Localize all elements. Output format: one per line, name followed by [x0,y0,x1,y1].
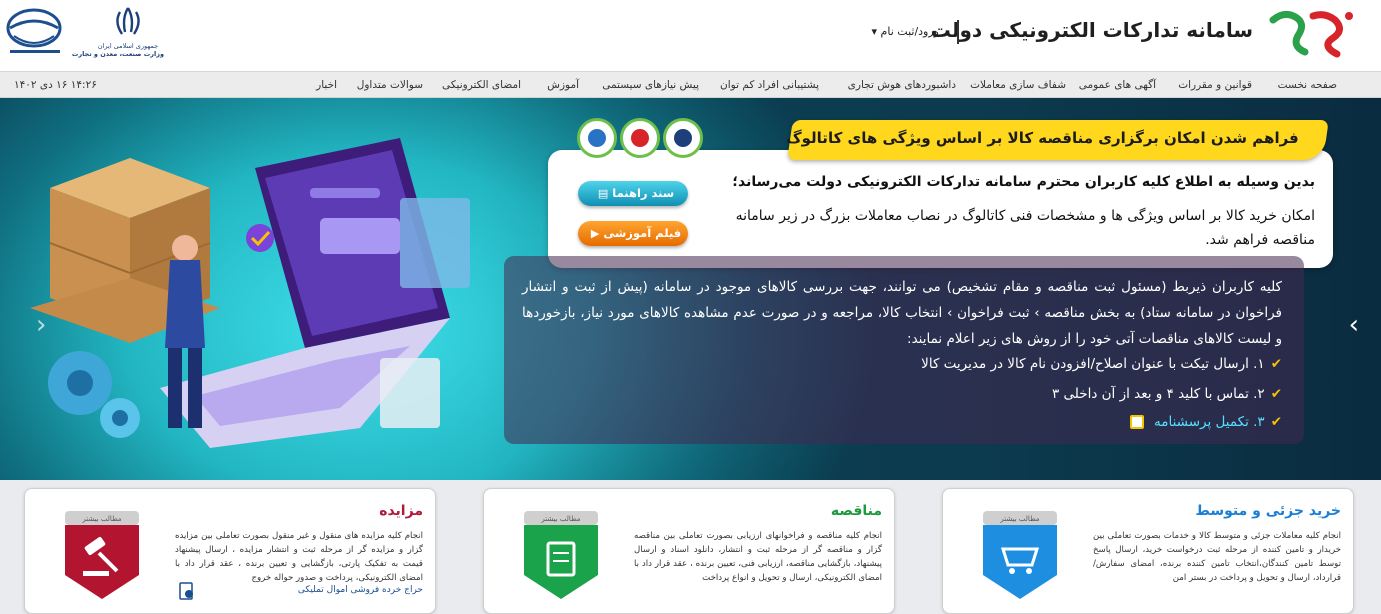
info-item-text: ۱. ارسال تیکت با عنوان اصلاح/افزودن نام … [921,356,1265,372]
current-datetime: ۱۴:۲۶ ۱۶ دی ۱۴۰۲ [14,79,97,91]
main-nav: صفحه نخست قوانین و مقررات آگهی های عمومی… [0,72,1381,98]
retail-auction-link[interactable]: حراج خرده فروشی اموال تملیکی [298,585,423,595]
nav-transparency[interactable]: شفاف سازی معاملات [970,79,1066,91]
carousel-next-arrow[interactable]: › [1349,310,1359,340]
carousel-prev-arrow[interactable]: ‹ [36,310,46,340]
nav-system-requirements[interactable]: پیش نیازهای سیستمی [602,79,699,91]
hero-banner: ‹ › بدین وسیله به اطلاع کلیه کاربران محت… [0,98,1381,480]
gears-icon [48,351,140,438]
setad-brand-circle-logo [620,118,660,158]
guide-document-button[interactable]: سند راهنما ▤ [578,181,688,206]
nav-disability-support[interactable]: پشتیبانی افراد کم توان [720,79,819,91]
svg-text:مطالب بیشتر: مطالب بیشتر [999,515,1039,523]
emblem-caption-1: جمهوری اسلامی ایران [97,42,159,50]
services-section: خرید جزئی و متوسط انجام کلیه معاملات جزئ… [0,480,1381,614]
headline-ribbon: فراهم شدن امکان برگزاری مناقصه کالا بر ا… [785,120,1329,160]
info-box: کلیه کاربران ذیربط (مسئول ثبت مناقصه و م… [504,256,1304,444]
nav-training[interactable]: آموزش [547,79,579,91]
header-divider [957,20,959,44]
card-title: مناقصه [830,503,882,519]
card-small-medium-purchase[interactable]: خرید جزئی و متوسط انجام کلیه معاملات جزئ… [942,488,1354,614]
external-link-icon[interactable] [1129,415,1144,429]
svg-text:مطالب بیشتر: مطالب بیشتر [540,515,580,523]
card-title: مزایده [379,503,423,519]
checkmark-icon: ✔ [1270,414,1282,430]
setad-logo[interactable] [1265,8,1357,60]
ministry-emblem: جمهوری اسلامی ایران وزارت صنعت، معدن و ت… [71,4,164,60]
guide-button-label: سند راهنما [612,186,675,200]
cart-badge-icon[interactable]: مطالب بیشتر [977,505,1063,603]
document-badge-icon[interactable]: مطالب بیشتر [518,505,604,603]
illustration-image [30,138,470,448]
trade-promotion-logo [6,8,62,53]
file-info-icon[interactable] [179,582,195,600]
info-item-call: ✔ ۲. تماس با کلید ۴ و بعد از آن داخلی ۳ [1052,386,1282,402]
play-icon: ▶ [590,227,600,240]
svg-text:مطالب بیشتر: مطالب بیشتر [81,515,121,523]
info-item-text: ۲. تماس با کلید ۴ و بعد از آن داخلی ۳ [1051,386,1265,402]
site-title: سامانه تدارکات الکترونیکی دولت [930,18,1253,42]
card-description: انجام کلیه معاملات جزئی و متوسط کالا و خ… [1093,531,1341,583]
document-icon: ▤ [597,187,609,200]
site-header: سامانه تدارکات الکترونیکی دولت ورود/ثبت … [0,0,1381,72]
nav-bi-dashboards[interactable]: داشبوردهای هوش تجاری [848,79,956,91]
setad-circle-logo [577,118,617,158]
checkmark-icon: ✔ [1270,356,1282,372]
gavel-badge-icon[interactable]: مطالب بیشتر [59,505,145,603]
iran-emblem-icon [116,7,140,35]
nav-e-signature[interactable]: امضای الکترونیکی [442,79,521,91]
checkmark-icon: ✔ [1270,386,1282,402]
card-title: خرید جزئی و متوسط [1195,503,1341,519]
notice-body: امکان خرید کالا بر اساس ویژگی ها و مشخصا… [735,208,1315,248]
login-register-link[interactable]: ورود/ثبت نام ▾ [872,25,939,38]
nav-public-ads[interactable]: آگهی های عمومی [1079,79,1156,91]
info-item-questionnaire[interactable]: ✔ ۳. تکمیل پرسشنامه [1129,414,1282,430]
card-description: انجام کلیه مناقصه و فراخوانهای ارزیابی ب… [634,531,882,583]
headline-text: فراهم شدن امکان برگزاری مناقصه کالا بر ا… [785,129,1299,147]
nav-home[interactable]: صفحه نخست [1278,79,1337,91]
notice-card: بدین وسیله به اطلاع کلیه کاربران محترم س… [548,150,1333,268]
video-button-label: فیلم آموزشی [603,226,682,240]
emblem-caption-2: وزارت صنعت، معدن و تجارت [71,50,164,58]
training-video-button[interactable]: فیلم آموزشی ▶ [578,221,688,246]
emblem-circle-logo [663,118,703,158]
nav-news[interactable]: اخبار [316,79,337,91]
card-description: انجام کلیه مزایده های منقول و غیر منقول … [175,531,423,583]
card-auction[interactable]: مزایده انجام کلیه مزایده های منقول و غیر… [24,488,436,614]
info-paragraph: کلیه کاربران ذیربط (مسئول ثبت مناقصه و م… [522,279,1282,347]
nav-laws[interactable]: قوانین و مقررات [1178,79,1252,91]
card-tender[interactable]: مناقصه انجام کلیه مناقصه و فراخوانهای ار… [483,488,895,614]
nav-faq[interactable]: سوالات متداول [357,79,423,91]
notice-intro: بدین وسیله به اطلاع کلیه کاربران محترم س… [732,174,1315,190]
info-item-ticket: ✔ ۱. ارسال تیکت با عنوان اصلاح/افزودن نام… [921,356,1282,372]
questionnaire-link[interactable]: ۳. تکمیل پرسشنامه [1154,414,1265,430]
